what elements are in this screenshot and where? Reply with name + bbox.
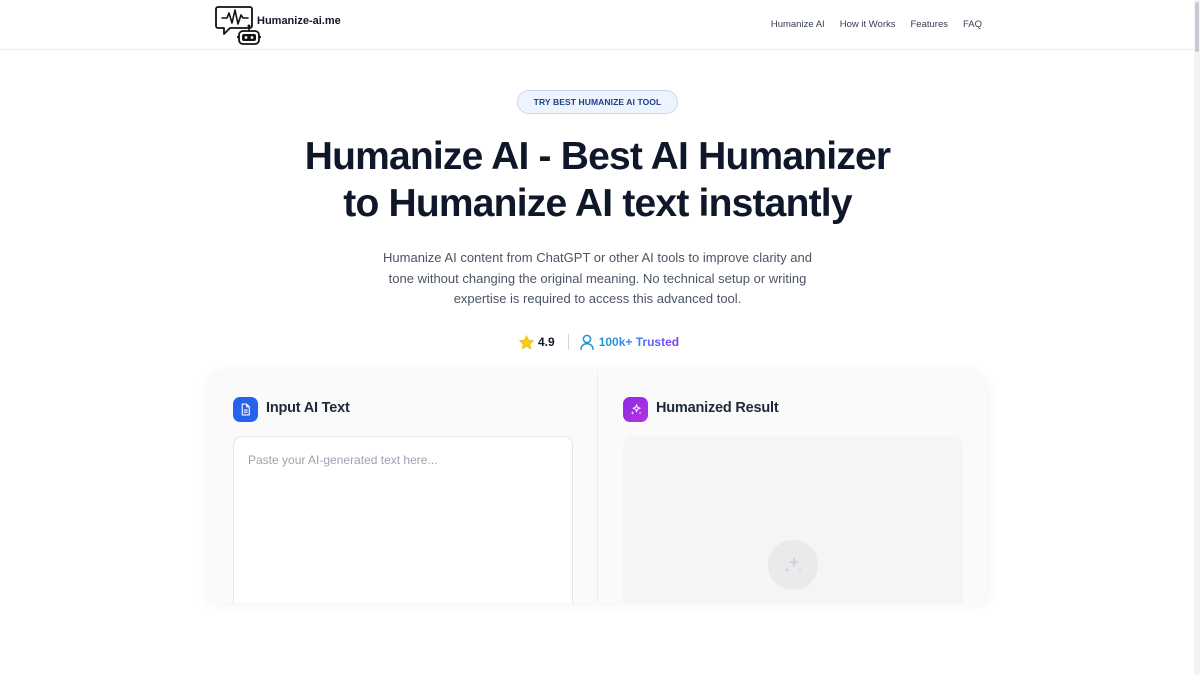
nav-link-faq[interactable]: FAQ xyxy=(963,19,982,30)
page-scrollbar[interactable] xyxy=(1194,0,1200,675)
ai-text-input[interactable] xyxy=(234,437,572,603)
title-line-2: to Humanize AI text instantly xyxy=(343,182,852,225)
main-nav: Humanize AI How it Works Features FAQ xyxy=(771,19,982,30)
nav-link-features[interactable]: Features xyxy=(910,19,948,30)
sparkles-placeholder-icon xyxy=(768,540,818,590)
scrollbar-thumb[interactable] xyxy=(1195,2,1199,52)
nav-link-how-it-works[interactable]: How it Works xyxy=(840,19,896,30)
star-icon xyxy=(518,334,535,351)
hero-stats: 4.9 100k+ Trusted xyxy=(518,333,679,351)
document-icon xyxy=(233,397,258,422)
user-icon xyxy=(579,334,594,350)
logo-link[interactable]: Humanize-ai.me xyxy=(215,4,341,46)
result-output-box xyxy=(623,436,963,603)
rating-value: 4.9 xyxy=(538,335,555,349)
humanizer-tool-card: Input AI Text Humanized Result xyxy=(208,372,987,603)
sparkles-icon xyxy=(623,397,648,422)
input-panel-title: Input AI Text xyxy=(266,400,350,416)
robot-chat-logo-icon xyxy=(215,4,263,46)
input-panel: Input AI Text xyxy=(208,372,597,603)
hero-description: Humanize AI content from ChatGPT or othe… xyxy=(383,250,812,306)
nav-link-humanize-ai[interactable]: Humanize AI xyxy=(771,19,825,30)
result-panel: Humanized Result xyxy=(598,372,987,603)
trusted-count: 100k+ Trusted xyxy=(598,335,680,349)
hero-badge: TRY BEST HUMANIZE AI TOOL xyxy=(517,90,678,114)
result-panel-title: Humanized Result xyxy=(656,400,779,416)
brand-name: Humanize-ai.me xyxy=(257,15,341,27)
page-title: Humanize AI - Best AI Humanizer to Human… xyxy=(250,133,945,227)
stats-divider xyxy=(567,334,569,350)
title-line-1: Humanize AI - Best AI Humanizer xyxy=(304,135,891,178)
input-text-box xyxy=(233,436,573,603)
site-header: Humanize-ai.me Humanize AI How it Works … xyxy=(0,0,1200,50)
